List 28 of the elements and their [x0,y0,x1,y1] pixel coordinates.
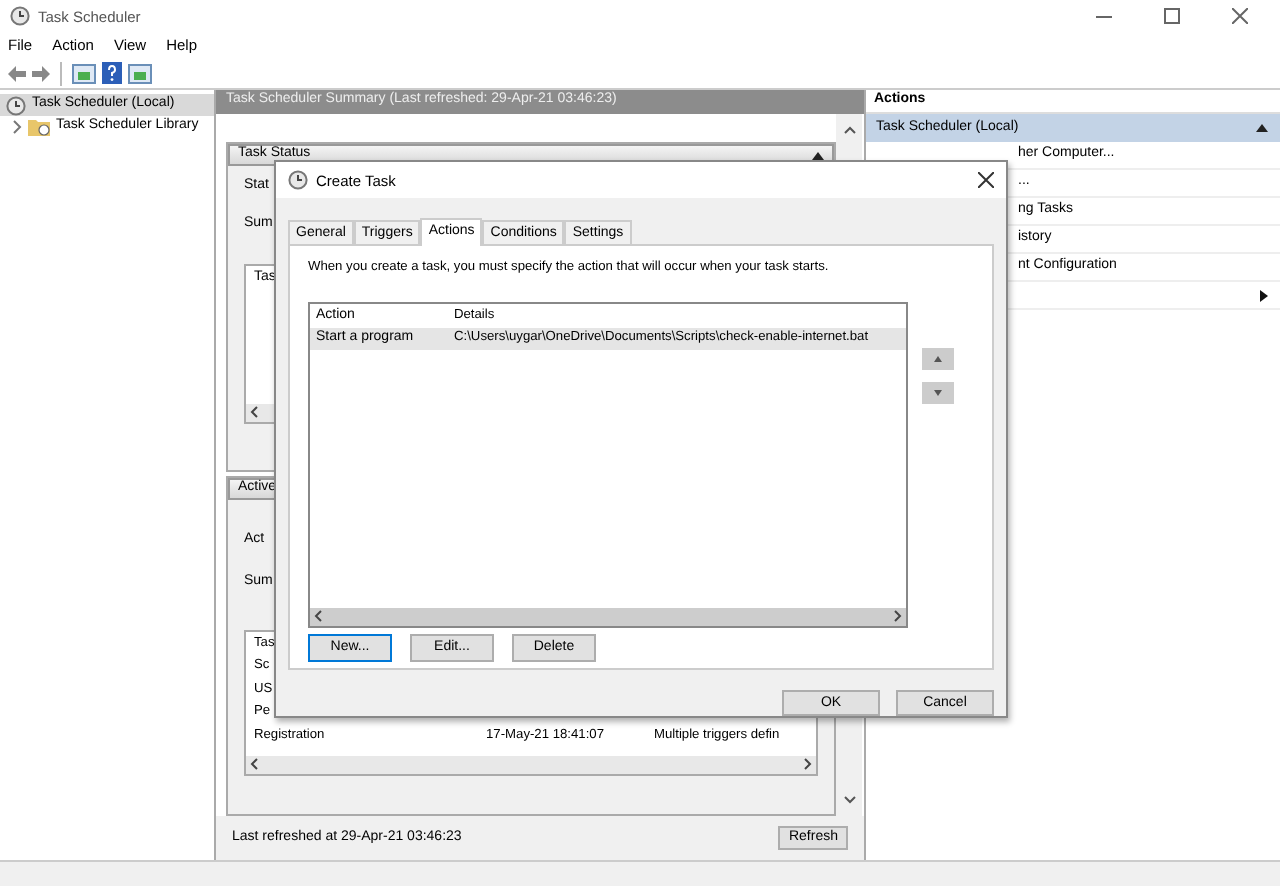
scroll-down-icon[interactable] [843,796,855,804]
scroll-right-icon[interactable] [894,610,902,623]
forward-icon[interactable] [32,65,50,81]
dialog-clock-icon [288,170,308,191]
maximize-icon[interactable] [1164,8,1180,24]
expand-chevron-icon[interactable] [10,120,22,134]
horizontal-scrollbar[interactable] [246,755,816,774]
pane-icon[interactable] [128,63,152,83]
scroll-left-icon[interactable] [250,758,258,771]
horizontal-scrollbar[interactable] [310,607,906,626]
clock-icon [6,95,26,115]
folder-icon [28,118,50,136]
app-clock-icon [10,6,30,26]
scroll-up-icon[interactable] [843,126,855,134]
move-down-button[interactable] [922,381,954,404]
down-arrow-icon [934,389,942,396]
close-icon[interactable] [1232,8,1248,24]
close-icon[interactable] [978,172,994,189]
back-icon[interactable] [8,65,26,81]
collapse-icon[interactable] [1256,124,1268,132]
move-up-button[interactable] [922,347,954,370]
scroll-left-icon[interactable] [314,610,322,623]
help-icon[interactable] [102,62,122,84]
submenu-arrow-icon[interactable] [1260,289,1268,301]
up-arrow-icon [934,355,942,362]
scroll-left-icon[interactable] [250,406,258,419]
console-icon[interactable] [72,63,96,83]
scroll-right-icon[interactable] [804,758,812,771]
